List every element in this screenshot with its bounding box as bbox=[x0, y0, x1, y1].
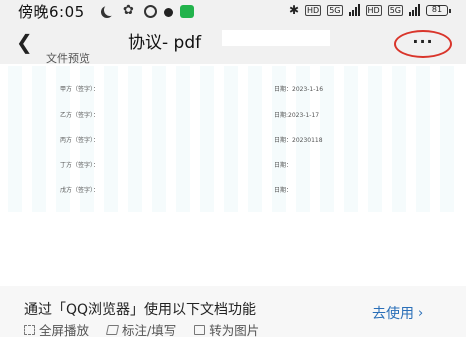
network-tag-1: 5G bbox=[327, 4, 343, 16]
feature-label: 转为图片 bbox=[209, 323, 260, 337]
flower-icon: ✿ bbox=[123, 3, 134, 18]
hd-icon: HD bbox=[305, 4, 322, 16]
more-options-button[interactable]: ··· bbox=[394, 30, 452, 58]
signature-date: 日期： bbox=[274, 162, 293, 169]
signal-icon bbox=[348, 4, 360, 16]
status-time: 傍晚6:05 bbox=[18, 3, 85, 21]
signature-date: 日期：20230118 bbox=[274, 137, 323, 144]
wechat-icon bbox=[180, 4, 194, 18]
battery-icon: 81 bbox=[426, 4, 451, 16]
edit-icon bbox=[105, 324, 120, 335]
signature-date: 日期：2023-1-16 bbox=[274, 86, 324, 93]
document-preview[interactable]: 甲方（签字）： 日期：2023-1-16 乙方（签字）： 日期:2023-1-1… bbox=[0, 64, 466, 214]
blank-area bbox=[0, 214, 466, 286]
moon-icon bbox=[104, 4, 116, 16]
go-use-button[interactable]: 去使用 › bbox=[372, 303, 423, 323]
chevron-right-icon: › bbox=[418, 305, 424, 321]
nav-header: ❮ 协议- pdf 文件预览 ··· bbox=[0, 24, 466, 65]
redaction-block bbox=[222, 30, 330, 46]
signature-date: 日期:2023-1-17 bbox=[274, 112, 320, 119]
status-notification-icons: ✿ bbox=[100, 4, 194, 18]
status-bar: 傍晚6:05 ✿ ✱ HD 5G HD 5G 81 bbox=[0, 0, 466, 24]
back-icon[interactable]: ❮ bbox=[16, 32, 33, 52]
signature-row: 戊方（签字）： 日期： bbox=[0, 185, 466, 197]
status-system-icons: ✱ HD 5G HD 5G 81 bbox=[288, 3, 451, 17]
go-use-label: 去使用 bbox=[372, 306, 414, 322]
signature-row: 甲方（签字）： 日期：2023-1-16 bbox=[0, 84, 466, 96]
feature-list: 全屏播放 标注/填写 转为图片 bbox=[24, 320, 259, 337]
signature-party: 丙方（签字）： bbox=[60, 137, 100, 144]
more-icon: ··· bbox=[412, 32, 434, 51]
signature-party: 乙方（签字）： bbox=[60, 112, 100, 119]
feature-label: 全屏播放 bbox=[39, 323, 90, 337]
banner-title: 通过「QQ浏览器」使用以下文档功能 bbox=[24, 302, 257, 318]
feature-fullscreen[interactable]: 全屏播放 bbox=[24, 320, 89, 337]
feature-label: 标注/填写 bbox=[122, 323, 177, 337]
signature-party: 戊方（签字）： bbox=[60, 187, 100, 194]
signature-row: 丁方（签字）： 日期： bbox=[0, 160, 466, 172]
signature-date: 日期： bbox=[274, 187, 293, 194]
image-icon bbox=[194, 324, 206, 335]
qq-browser-banner[interactable]: 通过「QQ浏览器」使用以下文档功能 全屏播放 标注/填写 转为图片 去使用 › bbox=[0, 286, 466, 337]
fullscreen-icon bbox=[24, 324, 35, 335]
signal-icon-2 bbox=[409, 4, 420, 16]
feature-to-image[interactable]: 转为图片 bbox=[194, 320, 259, 337]
signature-row: 乙方（签字）： 日期:2023-1-17 bbox=[0, 110, 466, 122]
bluetooth-icon: ✱ bbox=[288, 3, 300, 17]
feature-annotate[interactable]: 标注/填写 bbox=[105, 320, 177, 337]
signature-row: 丙方（签字）： 日期：20230118 bbox=[0, 135, 466, 147]
signature-party: 丁方（签字）： bbox=[60, 162, 100, 169]
network-tag-2: 5G bbox=[387, 4, 403, 16]
alarm-icon bbox=[144, 4, 157, 18]
hd-icon-2: HD bbox=[365, 4, 382, 16]
signature-party: 甲方（签字）： bbox=[60, 86, 100, 93]
notification-dot-icon bbox=[164, 8, 173, 17]
page-title: 协议- pdf bbox=[128, 33, 202, 53]
